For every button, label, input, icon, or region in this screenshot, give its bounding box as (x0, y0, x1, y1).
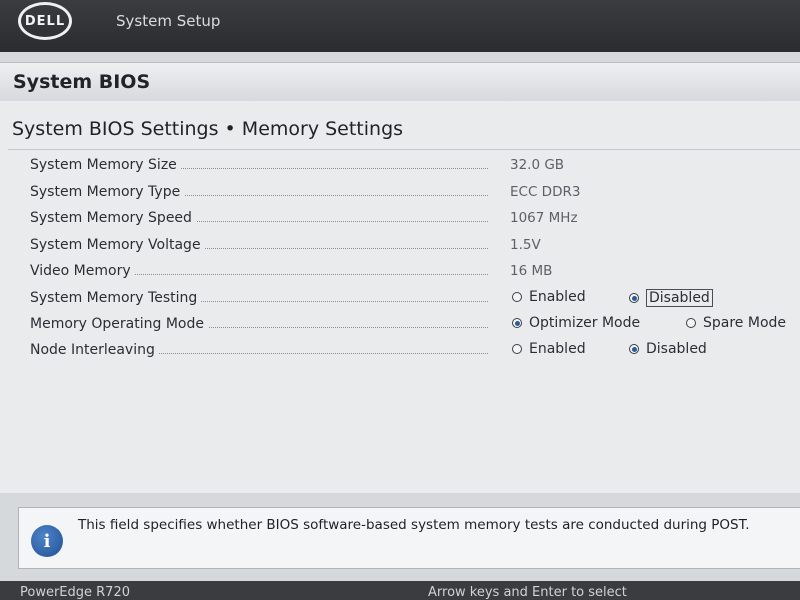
setting-label: Memory Operating Mode (30, 316, 208, 332)
option-label: Spare Mode (703, 315, 787, 331)
setting-label: System Memory Size (30, 157, 181, 173)
radio-off-icon (512, 292, 522, 302)
row-node-interleaving[interactable]: Node Interleaving Enabled Disabled (30, 339, 800, 363)
page-title: System BIOS Settings • Memory Settings (12, 118, 404, 140)
setting-label: System Memory Voltage (30, 237, 205, 253)
row-system-memory-voltage[interactable]: System Memory Voltage 1.5V (30, 234, 800, 258)
setting-value: ECC DDR3 (510, 184, 581, 200)
radio-optimizer-mode[interactable]: Optimizer Mode (512, 315, 640, 331)
option-label: Optimizer Mode (529, 315, 641, 331)
option-label: Enabled (529, 341, 586, 357)
option-label: Disabled (646, 289, 713, 307)
dell-logo: DELL (18, 2, 72, 40)
row-memory-operating-mode[interactable]: Memory Operating Mode Optimizer Mode Spa… (30, 313, 800, 337)
setting-value: 1067 MHz (510, 210, 578, 226)
setting-value: 1.5V (510, 237, 541, 253)
top-bar: DELL System Setup (0, 0, 800, 52)
radio-spare-mode[interactable]: Spare Mode (686, 315, 786, 331)
settings-panel: System BIOS Settings • Memory Settings S… (0, 101, 800, 493)
section-bar: System BIOS (0, 62, 800, 102)
option-label: Enabled (529, 289, 586, 305)
radio-off-icon (512, 344, 522, 354)
row-system-memory-type[interactable]: System Memory Type ECC DDR3 (30, 181, 800, 205)
radio-node-interleaving-disabled[interactable]: Disabled (629, 341, 707, 357)
row-system-memory-testing[interactable]: System Memory Testing Enabled Disabled (30, 287, 800, 311)
app-title: System Setup (116, 12, 221, 30)
help-box: i This field specifies whether BIOS soft… (18, 507, 800, 569)
setting-label: System Memory Type (30, 184, 185, 200)
radio-on-icon (629, 344, 639, 354)
setting-value: 16 MB (510, 263, 553, 279)
info-icon: i (31, 525, 63, 557)
setting-label: Node Interleaving (30, 342, 159, 358)
radio-on-icon (629, 293, 639, 303)
setting-label: System Memory Testing (30, 290, 202, 306)
row-system-memory-speed[interactable]: System Memory Speed 1067 MHz (30, 207, 800, 231)
radio-node-interleaving-enabled[interactable]: Enabled (512, 341, 586, 357)
radio-memory-testing-disabled[interactable]: Disabled (629, 289, 713, 307)
radio-on-icon (512, 318, 522, 328)
section-title: System BIOS (13, 71, 151, 93)
system-model: PowerEdge R720 (20, 585, 130, 600)
status-bar: PowerEdge R720 Arrow keys and Enter to s… (0, 581, 800, 600)
option-label: Disabled (646, 341, 707, 357)
setting-value: 32.0 GB (510, 157, 565, 173)
navigation-hint: Arrow keys and Enter to select (428, 585, 627, 600)
row-system-memory-size[interactable]: System Memory Size 32.0 GB (30, 154, 800, 178)
radio-memory-testing-enabled[interactable]: Enabled (512, 289, 586, 305)
setting-label: Video Memory (30, 263, 135, 279)
row-video-memory[interactable]: Video Memory 16 MB (30, 260, 800, 284)
setting-label: System Memory Speed (30, 210, 196, 226)
help-text: This field specifies whether BIOS softwa… (78, 517, 750, 533)
divider (8, 149, 800, 150)
radio-off-icon (686, 318, 696, 328)
